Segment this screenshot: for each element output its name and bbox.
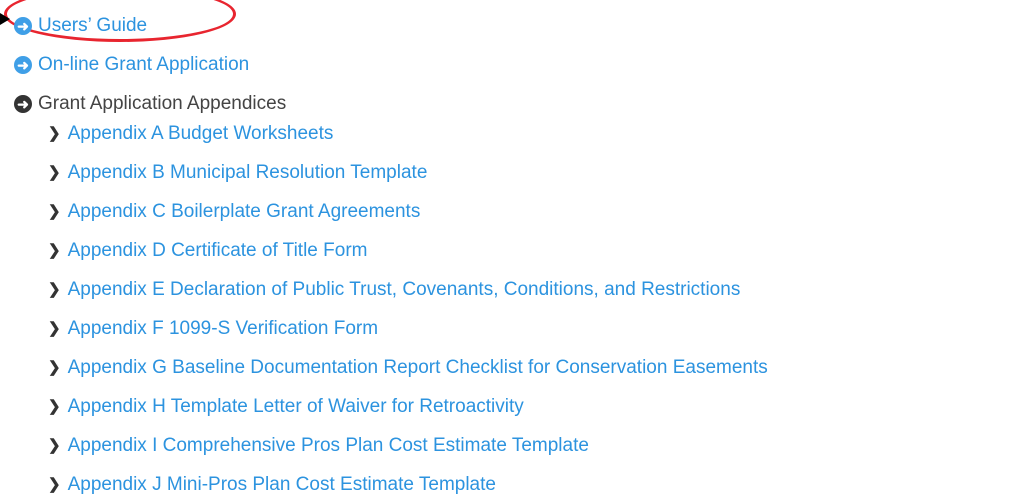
chevron-right-icon: ❯ — [48, 436, 61, 454]
appendix-b-link[interactable]: ❯ Appendix B Municipal Resolution Templa… — [48, 153, 768, 192]
chevron-right-icon: ❯ — [48, 202, 61, 220]
users-guide-label[interactable]: Users’ Guide — [38, 15, 147, 37]
arrow-circle-right-icon: ➜ — [14, 94, 32, 113]
appendix-list: ❯ Appendix A Budget Worksheets ❯ Appendi… — [48, 114, 768, 504]
pointer-arrow-icon — [0, 13, 10, 25]
appendix-c-label[interactable]: Appendix C Boilerplate Grant Agreements — [68, 201, 421, 223]
chevron-right-icon: ❯ — [48, 241, 61, 259]
appendix-a-link[interactable]: ❯ Appendix A Budget Worksheets — [48, 114, 768, 153]
appendix-j-link[interactable]: ❯ Appendix J Mini-Pros Plan Cost Estimat… — [48, 465, 768, 504]
appendix-b-label[interactable]: Appendix B Municipal Resolution Template — [68, 162, 428, 184]
appendix-h-label[interactable]: Appendix H Template Letter of Waiver for… — [68, 396, 524, 418]
appendix-e-label[interactable]: Appendix E Declaration of Public Trust, … — [68, 279, 741, 301]
appendix-h-link[interactable]: ❯ Appendix H Template Letter of Waiver f… — [48, 387, 768, 426]
appendix-a-label[interactable]: Appendix A Budget Worksheets — [68, 123, 334, 145]
appendix-i-link[interactable]: ❯ Appendix I Comprehensive Pros Plan Cos… — [48, 426, 768, 465]
appendix-i-label[interactable]: Appendix I Comprehensive Pros Plan Cost … — [68, 435, 589, 457]
chevron-right-icon: ❯ — [48, 397, 61, 415]
appendix-f-label[interactable]: Appendix F 1099-S Verification Form — [68, 318, 379, 340]
appendix-g-link[interactable]: ❯ Appendix G Baseline Documentation Repo… — [48, 348, 768, 387]
appendix-d-label[interactable]: Appendix D Certificate of Title Form — [68, 240, 368, 262]
grant-application-appendices-label[interactable]: Grant Application Appendices — [38, 93, 286, 115]
arrow-circle-right-icon: ➜ — [14, 55, 32, 74]
chevron-right-icon: ❯ — [48, 163, 61, 181]
appendix-f-link[interactable]: ❯ Appendix F 1099-S Verification Form — [48, 309, 768, 348]
top-links-list: ➜ Users’ Guide ➜ On-line Grant Applicati… — [14, 6, 286, 123]
appendix-c-link[interactable]: ❯ Appendix C Boilerplate Grant Agreement… — [48, 192, 768, 231]
online-grant-application-link[interactable]: ➜ On-line Grant Application — [14, 45, 286, 84]
appendix-j-label[interactable]: Appendix J Mini-Pros Plan Cost Estimate … — [68, 474, 496, 496]
appendix-e-link[interactable]: ❯ Appendix E Declaration of Public Trust… — [48, 270, 768, 309]
appendix-g-label[interactable]: Appendix G Baseline Documentation Report… — [68, 357, 768, 379]
appendix-d-link[interactable]: ❯ Appendix D Certificate of Title Form — [48, 231, 768, 270]
online-grant-application-label[interactable]: On-line Grant Application — [38, 54, 249, 76]
chevron-right-icon: ❯ — [48, 280, 61, 298]
chevron-right-icon: ❯ — [48, 358, 61, 376]
chevron-right-icon: ❯ — [48, 124, 61, 142]
chevron-right-icon: ❯ — [48, 319, 61, 337]
arrow-circle-right-icon: ➜ — [14, 16, 32, 35]
users-guide-link[interactable]: ➜ Users’ Guide — [14, 6, 286, 45]
